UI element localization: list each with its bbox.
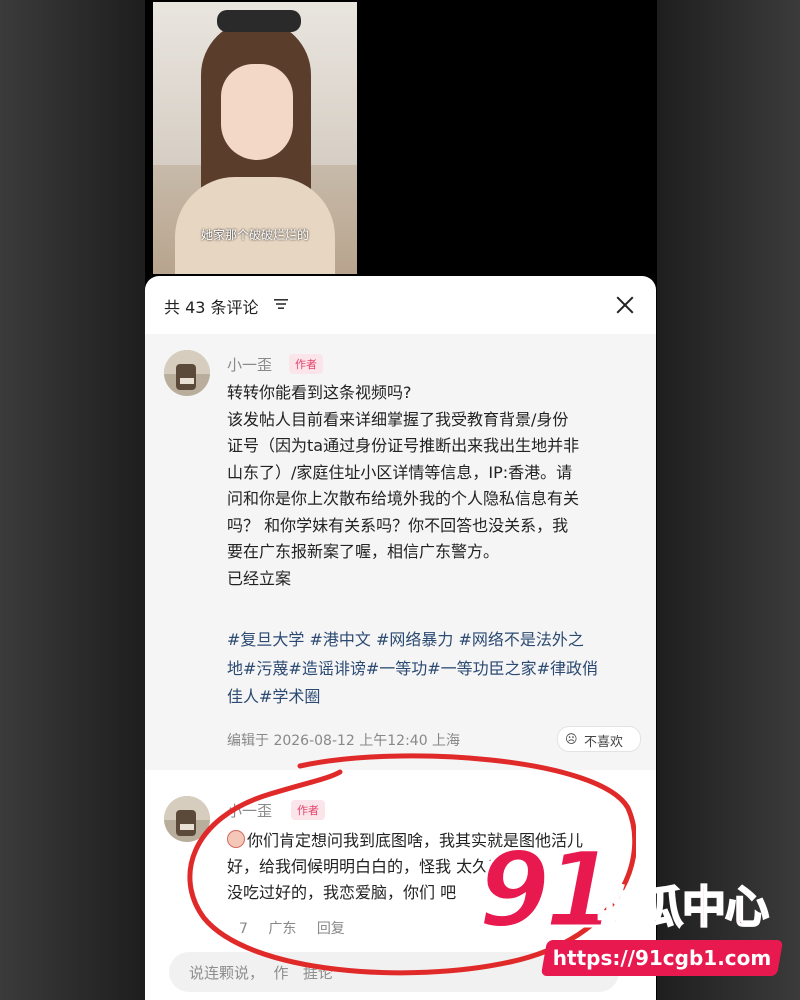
author-badge: 作者 [289, 354, 323, 374]
comment-time: 7 [239, 921, 253, 937]
watermark-number: 91 [477, 829, 619, 951]
video-person-face [221, 64, 293, 160]
comment-text-line: 已经立案 [227, 568, 292, 588]
comment-text-line: 该发帖人目前看来详细掌握了我受教育背景/身份 [227, 409, 569, 429]
dislike-label: 不喜欢 [584, 735, 624, 750]
video-player[interactable]: 她家那个破破烂烂的 [153, 2, 357, 274]
comment-text-line: 问和你是你上次散布给境外我的个人隐私信息有关 [227, 489, 580, 508]
shocked-emoji-icon [227, 830, 245, 848]
hashtag-line[interactable]: 佳人#学术圈 [227, 683, 637, 712]
comment-username[interactable]: 小一歪 [227, 354, 272, 375]
comment-location: 广东 [268, 921, 297, 937]
hashtag-line[interactable]: #复旦大学 #港中文 #网络暴力 #网络不是法外之 [227, 626, 637, 655]
avatar[interactable] [164, 796, 210, 842]
watermark-url-badge: https://91cgb1.com [540, 940, 784, 976]
comment-text-line: 转转你能看到这条视频吗? [227, 383, 412, 402]
video-caption: 她家那个破破烂烂的 [200, 228, 309, 242]
comment-text-line: 证号（因为ta通过身份证号推断出来我出生地并非 [227, 436, 580, 455]
filter-lines-icon[interactable] [274, 298, 288, 310]
comment-text-line: 要在广东报新案了喔，相信广东警方。 [227, 542, 500, 561]
reply-button[interactable]: 回复 [317, 921, 345, 937]
watermark-url: https://91cgb1.com [552, 946, 772, 970]
comment-meta: 编辑于 2026-08-12 上午12:40 上海 [227, 733, 461, 749]
hashtag-line[interactable]: 地#污蔑#造谣诽谤#一等功#一等功臣之家#律政俏 [227, 655, 637, 684]
comment-meta: 7 广东 回复 [239, 918, 361, 938]
watermark-text: 吃瓜中心 [595, 882, 770, 933]
comment-username[interactable]: 小一歪 [227, 800, 272, 821]
close-icon[interactable] [612, 292, 638, 318]
comment-text-line: 吗？ 和你学妹有关系吗？你不回答也没关系，我 [227, 515, 569, 535]
dislike-button[interactable]: ☹ 不喜欢 [557, 726, 641, 752]
video-person-sunglasses [217, 10, 301, 32]
author-badge: 作者 [291, 800, 325, 820]
comment-input[interactable] [187, 960, 491, 986]
sad-face-icon: ☹ [565, 732, 578, 746]
comments-count-title[interactable]: 共 43 条评论 [164, 294, 259, 318]
comment-text-line: 山东了）/家庭住址小区详情等信息，IP:香港。请 [227, 462, 573, 482]
comment-item-1: 小一歪 作者 转转你能看到这条视频吗? 该发帖人目前看来详细掌握了我受教育背景/… [145, 334, 656, 770]
avatar[interactable] [164, 350, 210, 396]
comments-header: 共 43 条评论 [145, 276, 656, 334]
